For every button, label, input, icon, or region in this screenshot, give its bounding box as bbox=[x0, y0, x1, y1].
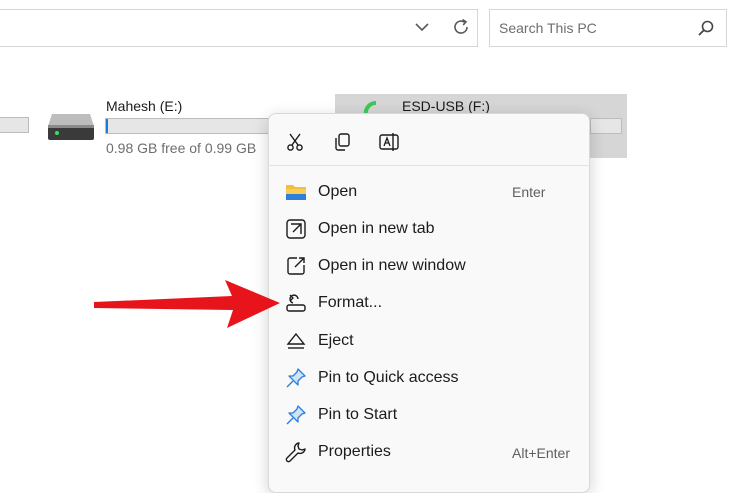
chevron-down-icon[interactable] bbox=[412, 17, 432, 37]
menu-label-properties: Properties bbox=[318, 443, 391, 460]
rename-icon bbox=[379, 133, 399, 151]
menu-label-eject: Eject bbox=[318, 332, 354, 349]
search-icon[interactable] bbox=[697, 19, 715, 37]
menu-label-open-new-tab: Open in new tab bbox=[318, 220, 435, 237]
hard-drive-icon[interactable] bbox=[46, 112, 96, 142]
refresh-icon[interactable] bbox=[450, 16, 472, 38]
drive-capacity-bar bbox=[105, 118, 269, 134]
folder-icon bbox=[286, 185, 306, 200]
new-tab-icon bbox=[286, 219, 306, 239]
menu-divider bbox=[268, 165, 590, 166]
menu-label-pin-quick-access: Pin to Quick access bbox=[318, 369, 459, 386]
drive-capacity-fill bbox=[106, 119, 108, 133]
menu-label-open-new-window: Open in new window bbox=[318, 257, 466, 274]
drive-capacity-bar-partial bbox=[0, 117, 29, 133]
rename-button[interactable] bbox=[373, 126, 405, 158]
pin-icon bbox=[286, 405, 306, 425]
drive-free-space: 0.98 GB free of 0.99 GB bbox=[106, 140, 257, 156]
pin-icon bbox=[286, 368, 306, 388]
menu-label-open: Open bbox=[318, 183, 358, 200]
drive-name[interactable]: Mahesh (E:) bbox=[106, 98, 182, 114]
eject-icon bbox=[286, 332, 306, 349]
menu-shortcut-properties: Alt+Enter bbox=[512, 445, 570, 461]
address-bar[interactable] bbox=[0, 9, 478, 47]
wrench-icon bbox=[285, 442, 306, 463]
format-icon bbox=[286, 294, 306, 312]
search-input[interactable]: Search This PC bbox=[499, 20, 597, 36]
menu-shortcut-open: Enter bbox=[512, 184, 546, 200]
cut-button[interactable] bbox=[279, 126, 311, 158]
copy-icon bbox=[335, 133, 350, 151]
copy-button[interactable] bbox=[326, 126, 358, 158]
scissors-icon bbox=[287, 133, 303, 151]
arrow-annotation-icon bbox=[94, 280, 280, 328]
drive-name[interactable]: ESD-USB (F:) bbox=[402, 98, 490, 114]
drive-capacity-bar bbox=[590, 118, 622, 134]
menu-label-pin-start: Pin to Start bbox=[318, 406, 398, 423]
new-window-icon bbox=[287, 257, 305, 275]
menu-label-format: Format... bbox=[318, 294, 383, 311]
